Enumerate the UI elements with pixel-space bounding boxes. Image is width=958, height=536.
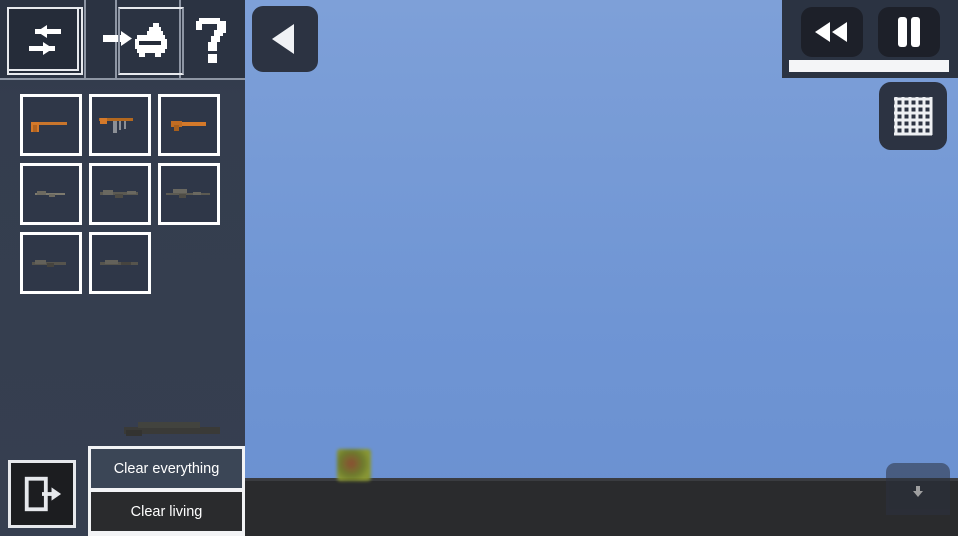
playback-controls bbox=[782, 0, 958, 78]
question-mark-icon bbox=[190, 15, 232, 63]
toolbar-button-vehicle-tool[interactable] bbox=[118, 7, 184, 75]
grid-icon bbox=[892, 95, 934, 137]
pause-icon bbox=[895, 16, 923, 48]
toolbar-divider bbox=[84, 0, 86, 78]
toolbar-button-swap-tool[interactable] bbox=[7, 7, 83, 75]
scene-prop-crate[interactable] bbox=[337, 449, 371, 481]
weapon-slot-lmg[interactable] bbox=[89, 232, 151, 294]
weapon-slot-pistol[interactable] bbox=[20, 94, 82, 156]
download-button[interactable] bbox=[886, 463, 950, 515]
shotgun-icon bbox=[32, 260, 66, 267]
swap-arrows-icon bbox=[23, 23, 67, 59]
weapon-slot-shotgun[interactable] bbox=[20, 232, 82, 294]
weapon-slot-sawed-off[interactable] bbox=[158, 94, 220, 156]
clear-living-button[interactable]: Clear living bbox=[91, 492, 242, 531]
rifle-icon bbox=[35, 191, 65, 197]
playback-progress-bar[interactable] bbox=[789, 60, 949, 72]
exit-door-icon bbox=[21, 473, 63, 515]
clear-everything-button[interactable]: Clear everything bbox=[91, 449, 242, 488]
download-icon bbox=[910, 484, 926, 500]
dragged-weapon[interactable] bbox=[118, 415, 238, 441]
rewind-button[interactable] bbox=[801, 7, 863, 57]
collapse-panel-button[interactable] bbox=[252, 6, 318, 72]
clear-menu: Clear everything Clear living bbox=[88, 446, 245, 536]
weapon-slot-rifle[interactable] bbox=[20, 163, 82, 225]
weapon-slot-sniper[interactable] bbox=[158, 163, 220, 225]
exit-button[interactable] bbox=[8, 460, 76, 528]
triangle-left-icon bbox=[268, 21, 302, 57]
vehicle-icon bbox=[129, 19, 173, 63]
clear-living-label: Clear living bbox=[130, 503, 203, 520]
weapon-slot-smg[interactable] bbox=[89, 94, 151, 156]
sawed-off-shotgun-icon bbox=[171, 121, 206, 131]
carbine-icon bbox=[100, 190, 138, 198]
machine-gun-icon bbox=[100, 260, 138, 265]
sidebar-toolbar bbox=[0, 0, 245, 80]
grid-toggle-button[interactable] bbox=[879, 82, 947, 150]
game-screen: Clear everything Clear living bbox=[0, 0, 958, 536]
rewind-icon bbox=[813, 19, 851, 45]
toolbar-button-help-tool[interactable] bbox=[182, 7, 240, 71]
smg-icon bbox=[99, 118, 133, 133]
pistol-icon bbox=[31, 122, 67, 132]
sniper-rifle-icon bbox=[166, 189, 210, 198]
left-sidebar: Clear everything Clear living bbox=[0, 0, 245, 536]
pause-button[interactable] bbox=[878, 7, 940, 57]
clear-everything-label: Clear everything bbox=[113, 460, 220, 477]
weapon-slot-carbine[interactable] bbox=[89, 163, 151, 225]
